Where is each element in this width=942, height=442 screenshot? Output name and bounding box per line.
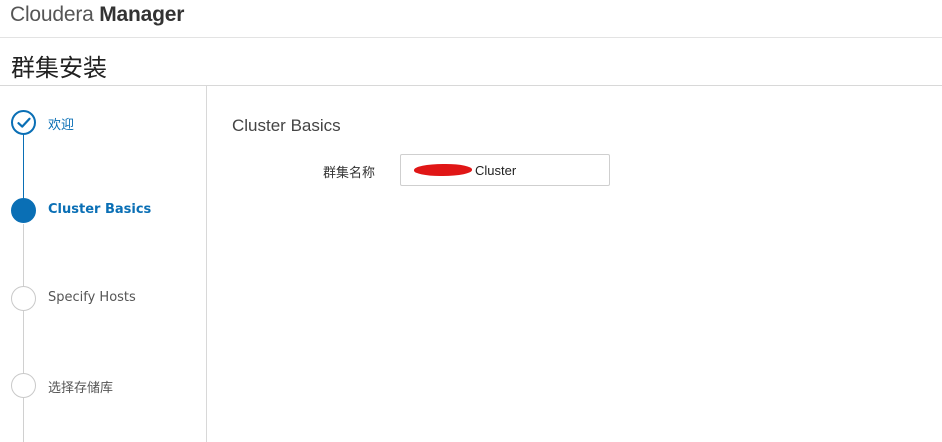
- step-status-active: [11, 198, 36, 223]
- step-connector: [23, 224, 24, 287]
- step-label: Specify Hosts: [48, 290, 136, 305]
- brand-logo[interactable]: Cloudera Manager: [10, 3, 184, 27]
- main-content: Cluster Basics 群集名称: [208, 86, 942, 442]
- cluster-name-label: 群集名称: [323, 166, 376, 181]
- step-connector-done: [23, 134, 24, 204]
- top-bar: Cloudera Manager: [0, 0, 942, 38]
- step-status-pending: [11, 286, 36, 311]
- step-connector: [23, 311, 24, 374]
- check-icon: [17, 117, 31, 128]
- page-header: 群集安装: [0, 38, 942, 86]
- step-cluster-basics[interactable]: Cluster Basics: [11, 198, 201, 224]
- step-label: 欢迎: [48, 118, 75, 133]
- step-connector: [23, 398, 24, 442]
- brand-name-bold: Manager: [99, 3, 185, 26]
- page-title: 群集安装: [11, 54, 107, 82]
- step-status-pending: [11, 373, 36, 398]
- section-title: Cluster Basics: [232, 116, 341, 135]
- step-specify-hosts[interactable]: Specify Hosts: [11, 286, 201, 312]
- step-status-done: [11, 110, 36, 135]
- step-welcome[interactable]: 欢迎: [11, 110, 201, 136]
- wizard-steps-sidebar: 欢迎 Cluster Basics Specify Hosts 选择存储库: [0, 86, 207, 442]
- brand-name-light: Cloudera: [10, 3, 94, 26]
- step-label: Cluster Basics: [48, 202, 152, 217]
- step-label: 选择存储库: [48, 381, 114, 396]
- step-select-repository[interactable]: 选择存储库: [11, 373, 201, 399]
- redaction-mark: [414, 164, 472, 176]
